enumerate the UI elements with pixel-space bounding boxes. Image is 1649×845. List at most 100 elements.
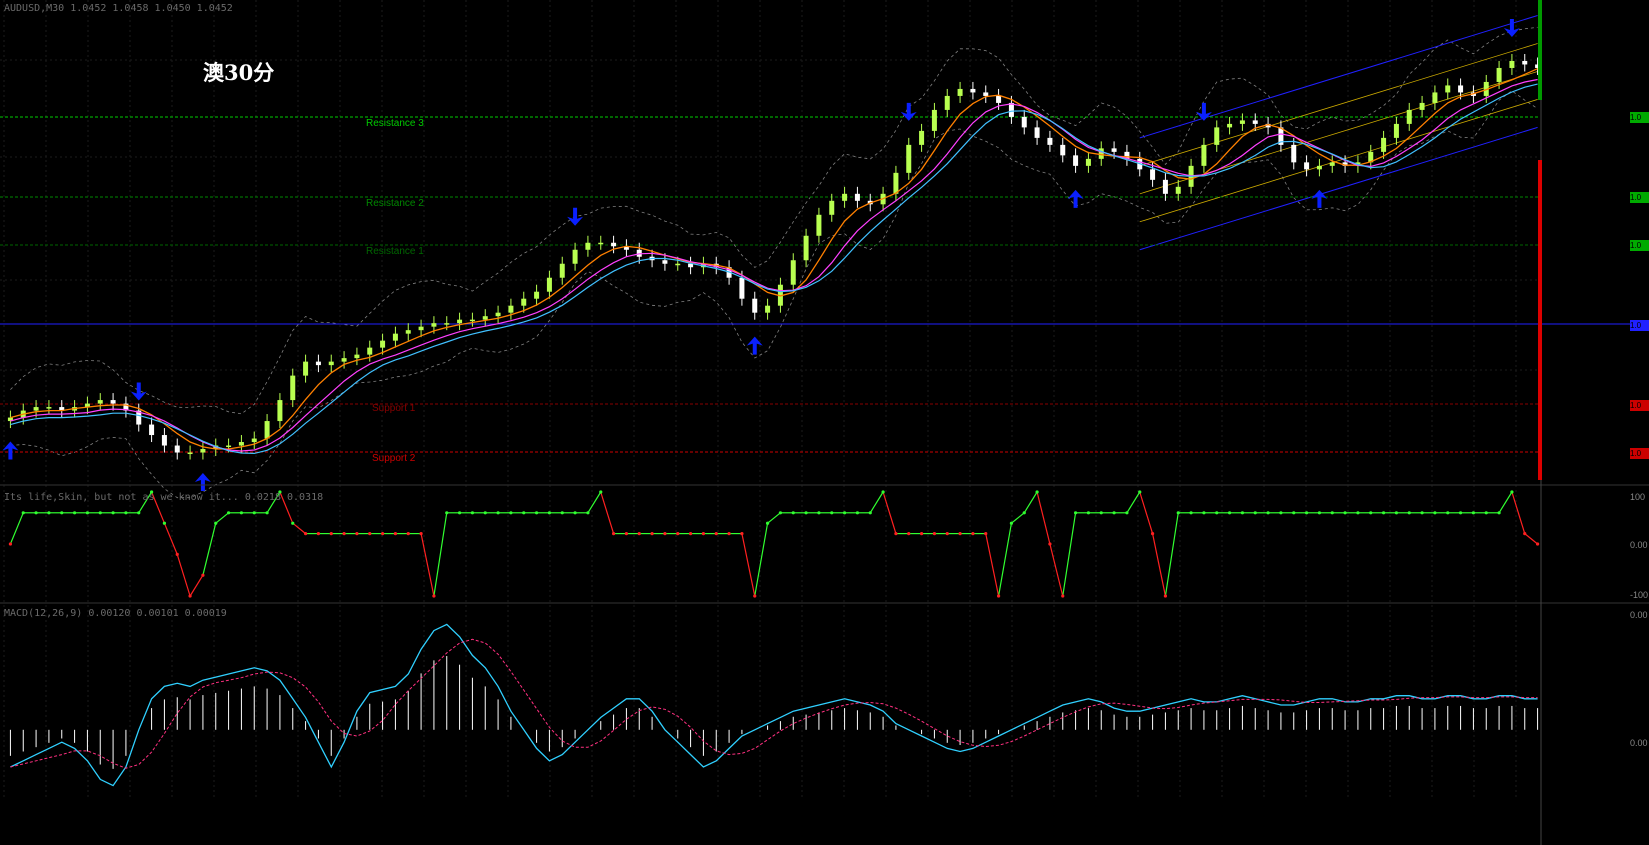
up-arrow-icon: [1067, 189, 1084, 208]
osc-point: [586, 511, 590, 515]
level-label-support-1: Support 1: [372, 403, 416, 414]
osc-point: [830, 511, 834, 515]
osc-point: [34, 511, 38, 515]
osc-point: [201, 573, 205, 577]
osc-point: [996, 594, 1001, 598]
osc-point: [445, 511, 449, 515]
osc-point: [727, 532, 731, 536]
osc-point: [1138, 490, 1142, 494]
candle-body: [226, 445, 232, 448]
candle-body: [970, 88, 976, 93]
candle-body: [816, 214, 822, 236]
osc-segment: [1511, 491, 1526, 534]
osc-segment: [600, 491, 615, 534]
macd-label: MACD(12,26,9) 0.00120 0.00101 0.00019: [4, 608, 227, 619]
candle-body: [367, 347, 373, 355]
osc-point: [470, 511, 475, 515]
candle-body: [469, 319, 475, 322]
candle-body: [187, 452, 193, 455]
level-label-resistance-3: Resistance 3: [366, 118, 424, 129]
osc-point: [1112, 511, 1116, 515]
candle-body: [957, 88, 963, 96]
candle-body: [1175, 186, 1181, 194]
osc-segment: [1023, 491, 1038, 514]
candle-body: [418, 326, 424, 331]
channel-upper: [1139, 15, 1538, 139]
candle-body: [508, 305, 514, 313]
osc-segment: [1062, 512, 1077, 597]
osc-point: [919, 532, 924, 536]
candle-body: [444, 323, 450, 325]
osc-point: [1420, 511, 1424, 515]
candle-body: [1406, 109, 1412, 124]
osc-segment: [433, 512, 448, 597]
osc-point: [214, 521, 218, 525]
osc-point: [1356, 511, 1360, 515]
price-tag-r2: 1.0: [1630, 192, 1649, 203]
osc-point: [1433, 511, 1437, 515]
indicator1-scale-bottom: -100: [1630, 590, 1649, 600]
indicator1-scale-mid: 0.00: [1630, 540, 1648, 550]
osc-segment: [882, 491, 897, 534]
candle-body: [1021, 116, 1027, 128]
osc-segment: [292, 522, 306, 535]
osc-point: [714, 532, 718, 536]
osc-point: [868, 511, 872, 515]
osc-point: [958, 532, 962, 536]
candle-body: [906, 144, 912, 173]
osc-point: [1073, 511, 1078, 515]
osc-point: [406, 532, 410, 536]
candle-body: [611, 242, 617, 247]
candle-body: [457, 319, 463, 324]
candle-body: [315, 361, 321, 366]
osc-point: [778, 511, 783, 515]
osc-point: [265, 511, 269, 515]
osc-point: [740, 532, 744, 536]
candle-body: [1150, 169, 1156, 180]
osc-point: [688, 532, 693, 536]
up-arrow-icon: [2, 441, 19, 460]
candle-body: [983, 92, 989, 96]
osc-point: [573, 511, 577, 515]
down-arrow-icon: [1195, 102, 1212, 121]
osc-point: [291, 521, 295, 525]
osc-point: [1369, 511, 1373, 515]
osc-point: [226, 511, 231, 515]
osc-point: [303, 532, 308, 536]
axis-bar-green: [1538, 0, 1542, 100]
osc-point: [432, 594, 436, 598]
osc-point: [1510, 490, 1514, 494]
candle-body: [1522, 60, 1528, 65]
osc-point: [753, 594, 757, 598]
candle-body: [1098, 148, 1104, 159]
osc-point: [47, 511, 51, 515]
osc-point: [162, 521, 167, 525]
osc-segment: [215, 512, 229, 524]
osc-segment: [869, 491, 884, 514]
osc-point: [1317, 511, 1322, 515]
osc-point: [907, 532, 911, 536]
candle-body: [842, 193, 848, 201]
main-symbol-label: AUDUSD,M30 1.0452 1.0458 1.0450 1.0452: [4, 3, 233, 14]
macd-line: [10, 623, 1538, 787]
candle-body: [1085, 158, 1091, 166]
osc-point: [1253, 511, 1257, 515]
candle-body: [341, 358, 347, 362]
osc-segment: [767, 512, 781, 524]
bollinger-bands: [10, 26, 1538, 499]
osc-segment: [1036, 491, 1051, 545]
candle-body: [1458, 85, 1464, 93]
fractal-arrows: [2, 18, 1520, 492]
candle-body: [1509, 60, 1515, 68]
candlestick-series: [7, 53, 1541, 460]
candle-body: [931, 109, 937, 131]
candle-body: [1304, 162, 1310, 170]
osc-segment: [1151, 533, 1167, 597]
up-arrow-icon: [194, 473, 211, 492]
osc-point: [1189, 511, 1193, 515]
chart-canvas[interactable]: [0, 0, 1649, 845]
osc-point: [380, 532, 385, 536]
macd-scale-top: 0.00: [1630, 610, 1648, 620]
osc-point: [624, 532, 629, 536]
candle-body: [1162, 179, 1168, 194]
